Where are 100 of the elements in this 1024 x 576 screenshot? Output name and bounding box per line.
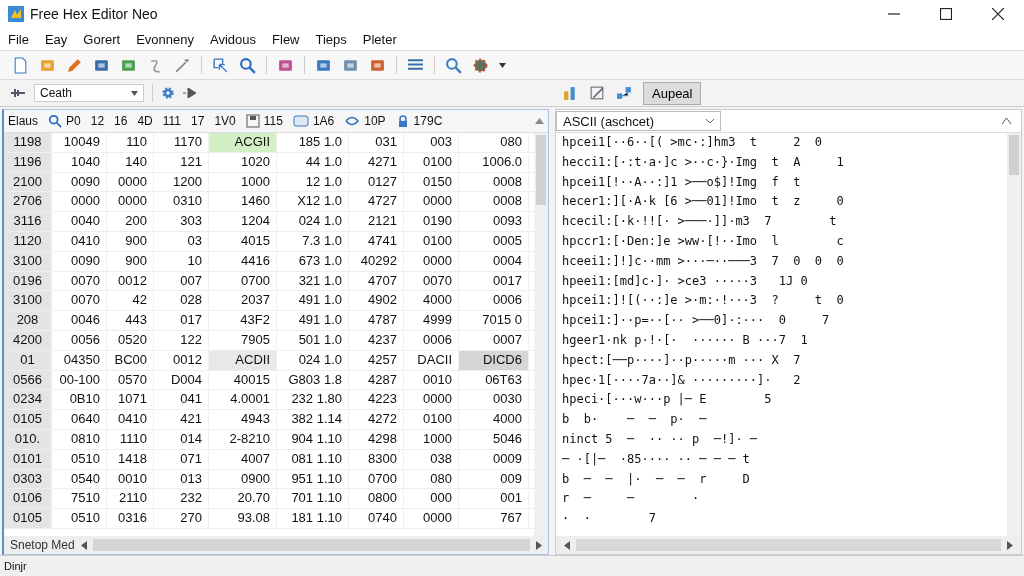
hex-cell: 080	[459, 133, 529, 152]
hex-cell: 0008	[459, 192, 529, 212]
hex-cell: X12 1.0	[277, 192, 349, 212]
scroll-right-icon[interactable]	[1007, 540, 1013, 550]
column-header[interactable]: 1V0	[214, 114, 236, 128]
column-header[interactable]: Elaus	[8, 114, 39, 128]
window-title: Free Hex Editor Neo	[30, 6, 158, 22]
menu-item[interactable]: Avidous	[210, 31, 257, 47]
column-header[interactable]: 12	[90, 114, 105, 128]
hex-cell: 028	[154, 291, 209, 311]
column-header[interactable]: 1A6	[312, 114, 335, 128]
hex-cell: 024 1.0	[277, 212, 349, 231]
hex-cell: 4727	[349, 192, 404, 212]
hex-cell: 121	[154, 152, 209, 172]
zoom-icon[interactable]	[445, 56, 462, 74]
play-icon[interactable]	[183, 88, 197, 98]
hex-cell: 0520	[107, 330, 154, 350]
ascii-line: hpect:[──p····]··p·····m ··· X 7	[562, 351, 802, 369]
hex-cell: 7905	[209, 330, 277, 350]
menu-item[interactable]: Tieps	[315, 31, 347, 47]
document-icon[interactable]	[12, 56, 29, 74]
hex-cell: 0005	[459, 232, 529, 251]
column-header[interactable]: 16	[114, 114, 128, 128]
hex-cell: 42	[107, 291, 154, 311]
hex-cell: 0010	[107, 469, 154, 489]
column-header[interactable]: 111	[162, 114, 182, 128]
ascii-line: b ─ ─ |· ─ ─ r D	[562, 470, 751, 488]
hex-cell: 0234	[4, 390, 52, 410]
panel-button[interactable]: Aupeal	[643, 81, 702, 105]
menu-item[interactable]: Pleter	[362, 31, 397, 47]
hex-cell: 0056	[52, 330, 107, 350]
search-icon[interactable]	[239, 56, 256, 74]
hex-cell: 003	[404, 133, 459, 152]
hex-cell: G803 1.8	[277, 370, 349, 390]
sheet-tab[interactable]: Snetop Med	[10, 538, 75, 552]
ascii-line: · · 7	[562, 510, 657, 528]
collapse-icon[interactable]	[1002, 118, 1011, 124]
menu-item[interactable]: File	[8, 31, 29, 47]
hex-cell: 013	[154, 469, 209, 489]
hex-cell: 0009	[459, 449, 529, 469]
hex-cell: 1204	[209, 212, 277, 231]
hex-cell: 2-8210	[209, 429, 277, 449]
hex-cell: 04350	[52, 350, 107, 370]
dropdown-caret-icon[interactable]	[499, 62, 506, 68]
vertical-scrollbar[interactable]	[534, 133, 548, 536]
scroll-right-icon[interactable]	[536, 540, 542, 550]
pencil-icon[interactable]	[66, 56, 83, 74]
menu-item[interactable]: Flew	[272, 31, 300, 47]
hex-cell: 0510	[52, 509, 107, 528]
hex-cell: 4741	[349, 232, 404, 251]
column-header[interactable]: P0	[66, 114, 81, 128]
hex-cell: 4015	[209, 232, 277, 251]
hex-cell: 009	[459, 469, 529, 489]
hex-cell: 071	[154, 449, 209, 469]
column-header[interactable]: 115	[263, 114, 283, 128]
menu-item[interactable]: Evonneny	[136, 31, 195, 47]
gear-icon[interactable]	[161, 86, 175, 100]
box-icon[interactable]	[292, 114, 309, 128]
network-icon[interactable]	[616, 84, 633, 102]
wand-icon[interactable]	[174, 56, 191, 74]
waveform-icon[interactable]	[10, 87, 26, 99]
hex-cell: 041	[154, 390, 209, 410]
hex-cell: 03	[154, 232, 209, 251]
gear-icon[interactable]	[472, 56, 489, 74]
column-header[interactable]: 17	[191, 114, 205, 128]
menu-item[interactable]: Eay	[44, 31, 68, 47]
hex-cell: 43F2	[209, 311, 277, 330]
hex-cell: 0410	[107, 410, 154, 429]
hex-cell: 0106	[4, 489, 52, 509]
scroll-left-icon[interactable]	[80, 540, 87, 550]
hex-cell: 0900	[209, 469, 277, 489]
column-header[interactable]: 179C	[413, 114, 443, 128]
hex-cell: 1040	[52, 152, 107, 172]
column-header[interactable]: 4D	[137, 114, 153, 128]
hex-cell: 1071	[107, 390, 154, 410]
hex-cell: 900	[107, 232, 154, 251]
hex-cell: 0070	[52, 271, 107, 291]
close-icon[interactable]	[992, 8, 1004, 20]
hex-cell: 0007	[459, 330, 529, 350]
hex-cell: 4223	[349, 390, 404, 410]
edit-icon[interactable]	[589, 84, 606, 102]
hex-cell: 20.70	[209, 489, 277, 509]
search-icon[interactable]	[48, 114, 63, 128]
hex-cell: 232	[154, 489, 209, 509]
scroll-left-icon[interactable]	[564, 540, 570, 550]
scroll-up-icon[interactable]	[535, 118, 544, 124]
maximize-icon[interactable]	[940, 8, 952, 20]
hex-cell: 2037	[209, 291, 277, 311]
hex-cell: 951 1.10	[277, 469, 349, 489]
menu-item[interactable]: Gorert	[83, 31, 121, 47]
column-header[interactable]: 10P	[364, 114, 386, 128]
cursor-icon[interactable]	[212, 56, 229, 74]
ascii-line: b b· ─ ─ p· ─	[562, 411, 708, 429]
hex-cell: 017	[154, 311, 209, 330]
hex-cell: 0090	[52, 251, 107, 271]
encoding-dropdown[interactable]: Ceath	[34, 84, 144, 102]
vertical-scrollbar[interactable]	[1007, 133, 1021, 536]
hex-cell: 200	[107, 212, 154, 231]
horizontal-scrollbar[interactable]	[92, 539, 530, 551]
encoding-dropdown[interactable]: ASCII (aschcet)	[556, 111, 721, 131]
